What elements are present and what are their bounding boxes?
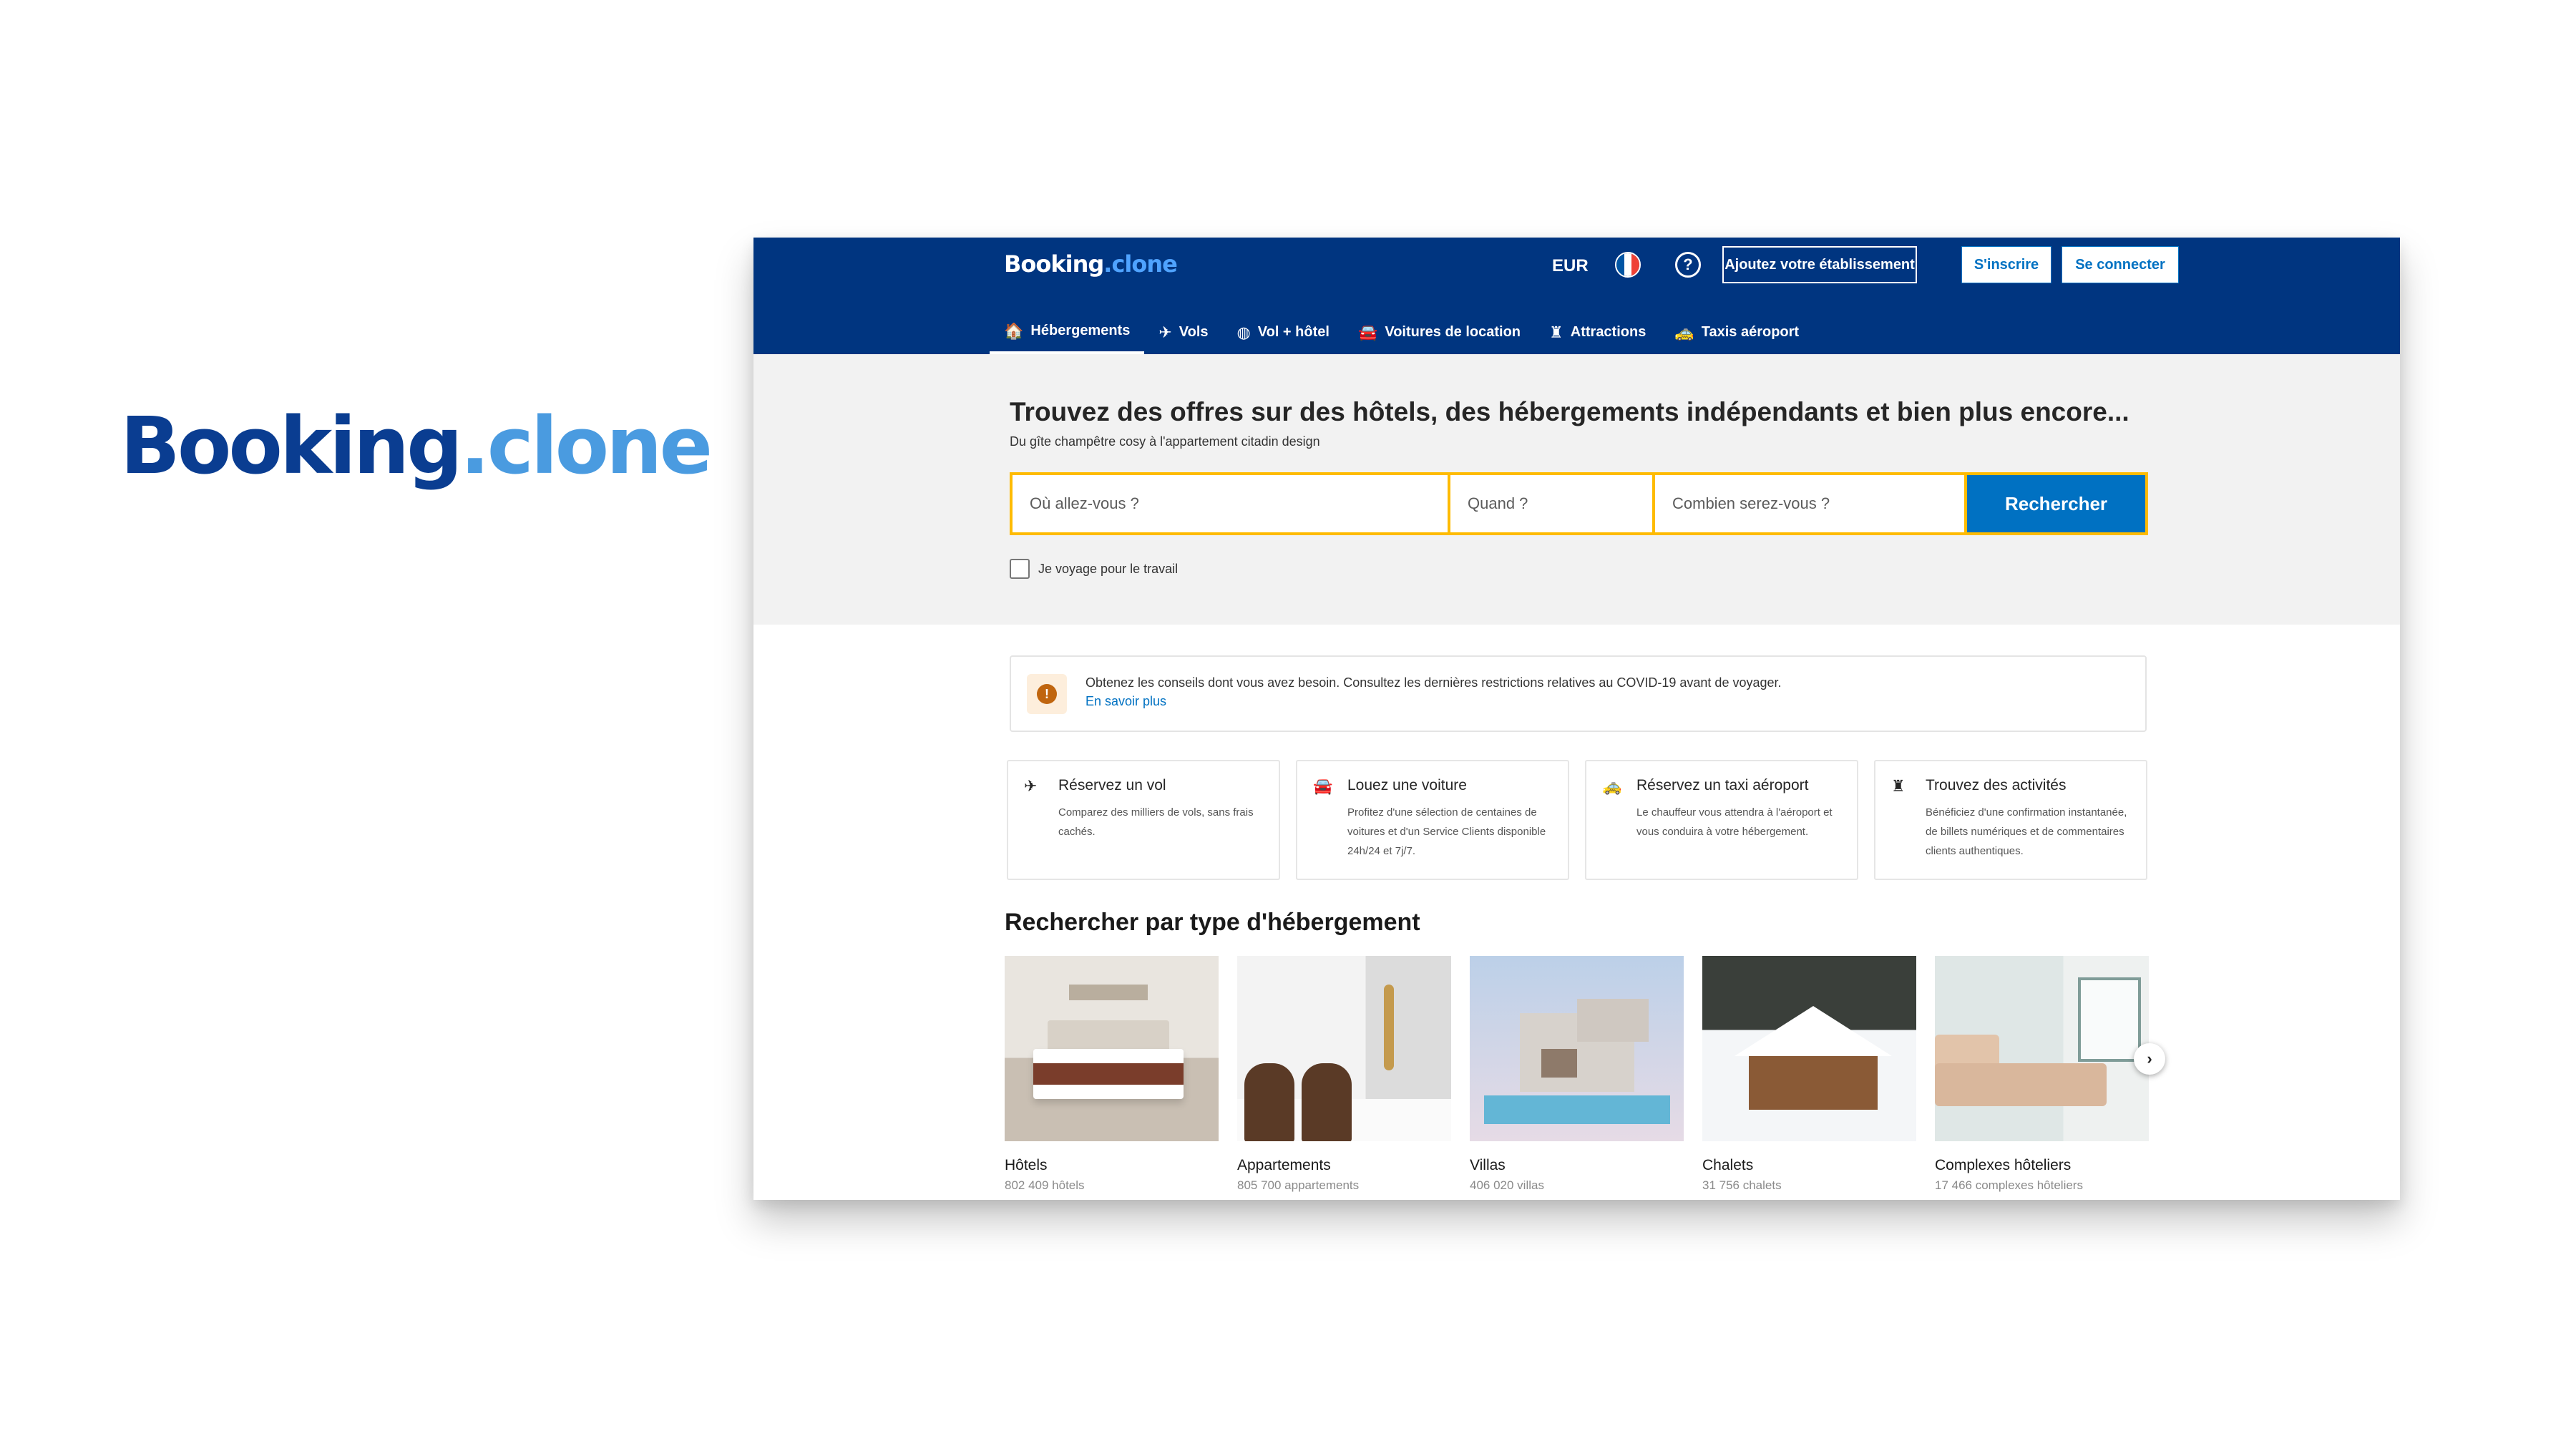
- nav-tab-airport-taxis[interactable]: 🚕 Taxis aéroport: [1660, 311, 1813, 354]
- hero-section: Trouvez des offres sur des hôtels, des h…: [753, 354, 2400, 625]
- checkbox-box[interactable]: [1010, 559, 1030, 579]
- service-card-flight[interactable]: ✈ Réservez un vol Comparez des milliers …: [1007, 760, 1280, 880]
- add-property-button[interactable]: Ajoutez votre établissement: [1722, 246, 1917, 283]
- brand-logo: Booking.clone: [120, 406, 713, 485]
- type-name: Appartements: [1237, 1157, 1331, 1173]
- brand-logo-suffix: .clone: [459, 400, 713, 492]
- dates-input[interactable]: Quand ?: [1450, 475, 1652, 532]
- flag-stripe-blue: [1616, 253, 1624, 276]
- brand-logo-main: Booking: [120, 400, 463, 492]
- header-logo[interactable]: Booking.clone: [1004, 250, 1178, 278]
- header: Booking.clone EUR ? Ajoutez votre établi…: [753, 238, 2400, 354]
- car-icon: 🚘: [1313, 777, 1333, 795]
- service-cards: ✈ Réservez un vol Comparez des milliers …: [1007, 760, 2147, 880]
- header-logo-suffix: .clone: [1103, 250, 1178, 278]
- hero-title: Trouvez des offres sur des hôtels, des h…: [1010, 397, 2129, 426]
- property-type-chalets[interactable]: Chalets 31 756 chalets: [1702, 956, 1916, 1193]
- card-description: Bénéficiez d'une confirmation instantané…: [1926, 806, 2127, 857]
- work-travel-checkbox[interactable]: Je voyage pour le travail: [1010, 559, 1178, 579]
- property-type-villas[interactable]: Villas 406 020 villas: [1470, 956, 1684, 1193]
- guests-input[interactable]: Combien serez-vous ?: [1655, 475, 1964, 532]
- card-title: Réservez un taxi aéroport: [1636, 777, 1809, 793]
- type-count: 805 700 appartements: [1237, 1178, 1360, 1192]
- type-count: 406 020 villas: [1470, 1178, 1544, 1192]
- property-type-resorts[interactable]: Complexes hôteliers 17 466 complexes hôt…: [1935, 956, 2149, 1193]
- property-type-carousel: Hôtels 802 409 hôtels Appartements 805 7…: [1005, 956, 2149, 1193]
- hotel-room-image[interactable]: [1005, 956, 1219, 1141]
- type-name: Complexes hôteliers: [1935, 1157, 2072, 1173]
- currency-selector[interactable]: EUR: [1552, 256, 1589, 276]
- taxi-icon: 🚕: [1602, 777, 1622, 795]
- property-type-apartments[interactable]: Appartements 805 700 appartements: [1237, 956, 1451, 1193]
- nav-tab-car-rental[interactable]: 🚘 Voitures de location: [1344, 311, 1535, 354]
- flag-stripe-white: [1624, 253, 1632, 276]
- resort-lounge-image[interactable]: [1935, 956, 2149, 1141]
- search-button[interactable]: Rechercher: [1967, 475, 2145, 532]
- nav-tab-flight-hotel[interactable]: ◍ Vol + hôtel: [1223, 311, 1344, 354]
- attraction-icon: ♜: [1549, 323, 1563, 341]
- type-name: Villas: [1470, 1157, 1506, 1173]
- nav-tab-label: Vol + hôtel: [1257, 324, 1330, 340]
- service-card-activities[interactable]: ♜ Trouvez des activités Bénéficiez d'une…: [1874, 760, 2147, 880]
- chalet-image[interactable]: [1702, 956, 1916, 1141]
- type-count: 17 466 complexes hôteliers: [1935, 1178, 2083, 1192]
- info-icon: !: [1027, 674, 1067, 714]
- plane-icon: ✈: [1158, 323, 1172, 341]
- globe-icon: ◍: [1236, 323, 1251, 341]
- carousel-next-icon[interactable]: ›: [2134, 1043, 2165, 1075]
- main-nav: 🏠 Hébergements ✈ Vols ◍ Vol + hôtel 🚘 Vo…: [990, 311, 1813, 354]
- covid-notice: ! Obtenez les conseils dont vous avez be…: [1010, 655, 2147, 732]
- type-count: 31 756 chalets: [1702, 1178, 1782, 1192]
- flag-stripe-red: [1631, 253, 1639, 276]
- help-icon[interactable]: ?: [1675, 252, 1701, 278]
- villa-image[interactable]: [1470, 956, 1684, 1141]
- card-description: Comparez des milliers de vols, sans frai…: [1058, 806, 1254, 838]
- nav-tab-flights[interactable]: ✈ Vols: [1144, 311, 1222, 354]
- nav-tab-attractions[interactable]: ♜ Attractions: [1535, 311, 1660, 354]
- car-icon: 🚘: [1357, 323, 1378, 341]
- login-button[interactable]: Se connecter: [2062, 246, 2179, 283]
- card-title: Louez une voiture: [1347, 777, 1467, 793]
- search-bar: Où allez-vous ? Quand ? Combien serez-vo…: [1010, 472, 2148, 535]
- property-type-hotels[interactable]: Hôtels 802 409 hôtels: [1005, 956, 1219, 1193]
- nav-tab-label: Taxis aéroport: [1701, 324, 1800, 340]
- bed-icon: 🏠: [1004, 321, 1024, 340]
- property-types-title: Rechercher par type d'hébergement: [1005, 909, 1420, 936]
- service-card-car[interactable]: 🚘 Louez une voiture Profitez d'une sélec…: [1296, 760, 1569, 880]
- hero-subtitle: Du gîte champêtre cosy à l'appartement c…: [1010, 434, 1320, 449]
- learn-more-link[interactable]: En savoir plus: [1085, 694, 1166, 709]
- card-description: Le chauffeur vous attendra à l'aéroport …: [1636, 806, 1833, 838]
- type-count: 802 409 hôtels: [1005, 1178, 1085, 1192]
- taxi-icon: 🚕: [1674, 323, 1694, 341]
- nav-tab-accommodations[interactable]: 🏠 Hébergements: [990, 311, 1145, 354]
- notice-text: Obtenez les conseils dont vous avez beso…: [1085, 675, 1782, 690]
- register-button[interactable]: S'inscrire: [1961, 246, 2051, 283]
- destination-input[interactable]: Où allez-vous ?: [1013, 475, 1448, 532]
- attraction-icon: ♜: [1891, 777, 1906, 795]
- nav-tab-label: Hébergements: [1030, 323, 1131, 338]
- language-flag-icon[interactable]: [1615, 252, 1641, 278]
- card-description: Profitez d'une sélection de centaines de…: [1347, 806, 1546, 857]
- nav-tab-label: Vols: [1179, 324, 1209, 340]
- nav-tab-label: Attractions: [1570, 324, 1646, 340]
- type-name: Chalets: [1702, 1157, 1754, 1173]
- card-title: Réservez un vol: [1058, 777, 1166, 793]
- apartment-kitchen-image[interactable]: [1237, 956, 1451, 1141]
- service-card-taxi[interactable]: 🚕 Réservez un taxi aéroport Le chauffeur…: [1585, 760, 1858, 880]
- card-title: Trouvez des activités: [1926, 777, 2067, 793]
- plane-icon: ✈: [1024, 777, 1038, 795]
- header-logo-main: Booking: [1004, 250, 1104, 278]
- website-screenshot: Booking.clone EUR ? Ajoutez votre établi…: [753, 238, 2400, 1200]
- type-name: Hôtels: [1005, 1157, 1048, 1173]
- work-travel-label: Je voyage pour le travail: [1038, 561, 1179, 576]
- nav-tab-label: Voitures de location: [1385, 324, 1521, 340]
